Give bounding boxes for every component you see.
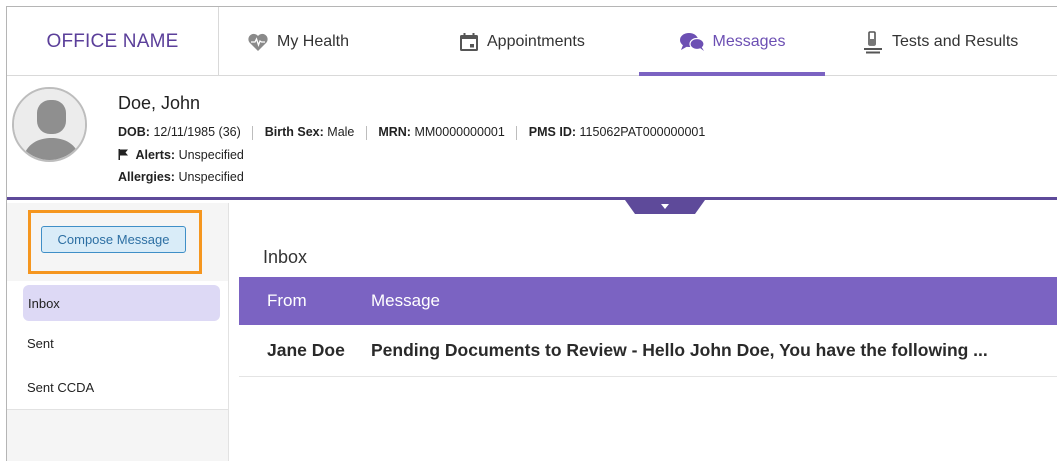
pms-id-label: PMS ID: xyxy=(528,125,577,139)
message-sender: Jane Doe xyxy=(267,340,345,360)
sidebar-item-inbox[interactable]: Inbox xyxy=(23,285,220,321)
birth-sex-label: Birth Sex: xyxy=(264,125,324,139)
tab-messages[interactable]: Messages xyxy=(639,7,825,76)
patient-alerts: Alerts: Unspecified xyxy=(118,148,244,163)
alerts-value: Unspecified xyxy=(178,148,244,162)
chat-bubbles-icon xyxy=(679,32,705,52)
column-header-message: Message xyxy=(371,291,440,310)
avatar xyxy=(12,87,87,162)
pms-id-value: 115062PAT000000001 xyxy=(579,125,706,139)
divider xyxy=(516,125,518,140)
table-row[interactable]: Jane Doe Pending Documents to Review - H… xyxy=(239,325,1057,377)
mailbox-list: Inbox Sent Sent CCDA xyxy=(7,281,228,410)
collapse-header-button[interactable] xyxy=(625,200,705,214)
calendar-icon xyxy=(459,32,479,52)
divider xyxy=(365,125,367,140)
birth-sex-value: Male xyxy=(327,125,355,139)
column-header-from: From xyxy=(267,291,307,310)
top-nav: OFFICE NAME My Health Appointments Messa… xyxy=(7,7,1057,76)
tab-my-health-label: My Health xyxy=(277,32,350,50)
patient-header: Doe, John DOB: 12/11/1985 (36) Birth Sex… xyxy=(7,77,1057,200)
tab-messages-label: Messages xyxy=(712,32,786,50)
allergies-label: Allergies: xyxy=(118,170,175,184)
allergies-value: Unspecified xyxy=(178,170,244,184)
compose-highlight-box: Compose Message xyxy=(28,210,202,274)
alerts-label: Alerts: xyxy=(135,148,176,162)
patient-allergies: Allergies: Unspecified xyxy=(118,170,244,184)
page-title: Inbox xyxy=(263,247,308,267)
sidebar-item-sent-ccda[interactable]: Sent CCDA xyxy=(7,365,228,409)
message-table: From Message Jane Doe Pending Documents … xyxy=(239,277,1057,377)
office-name[interactable]: OFFICE NAME xyxy=(7,7,219,76)
tab-appointments[interactable]: Appointments xyxy=(459,7,585,76)
tab-my-health[interactable]: My Health xyxy=(247,7,349,76)
dob-value: 12/11/1985 (36) xyxy=(153,125,241,139)
divider xyxy=(252,125,254,140)
microscope-icon xyxy=(862,30,884,54)
heart-pulse-icon xyxy=(247,32,269,52)
tab-tests-label: Tests and Results xyxy=(892,32,1019,50)
table-header: From Message xyxy=(239,277,1057,325)
mrn-value: MM0000000001 xyxy=(414,125,505,139)
tab-tests-and-results[interactable]: Tests and Results xyxy=(862,7,1018,76)
mrn-label: MRN: xyxy=(378,125,411,139)
tab-appointments-label: Appointments xyxy=(487,32,585,50)
patient-demographics: DOB: 12/11/1985 (36) Birth Sex: Male MRN… xyxy=(118,125,705,140)
patient-name: Doe, John xyxy=(118,93,201,113)
sidebar-item-sent[interactable]: Sent xyxy=(7,321,228,365)
flag-icon xyxy=(118,149,128,163)
compose-message-button[interactable]: Compose Message xyxy=(41,226,186,253)
message-preview: Pending Documents to Review - Hello John… xyxy=(371,340,988,360)
dob-label: DOB: xyxy=(118,125,150,139)
